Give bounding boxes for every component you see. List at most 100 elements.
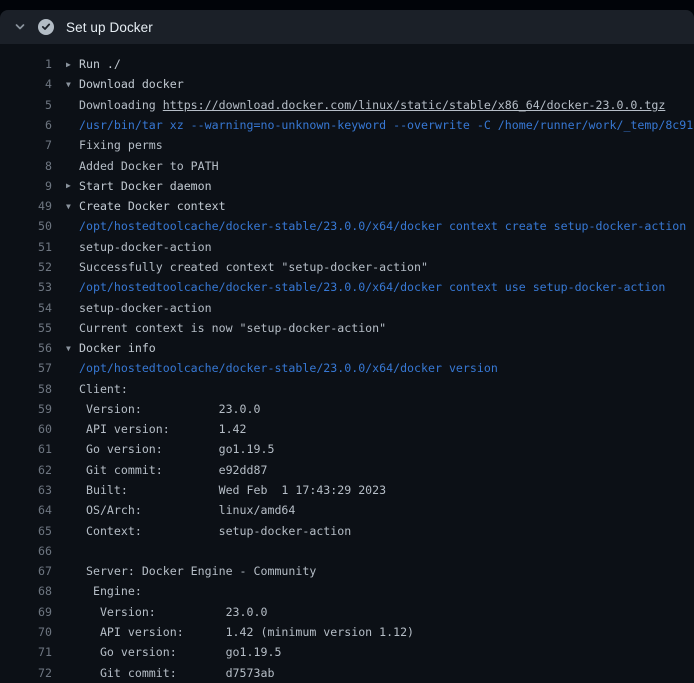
line-number[interactable]: 67	[0, 564, 52, 578]
log-line: 65 Context: setup-docker-action	[0, 520, 694, 540]
line-content: Go version: go1.19.5	[79, 442, 274, 456]
line-number[interactable]: 65	[0, 524, 52, 538]
line-number[interactable]: 55	[0, 321, 52, 335]
line-number[interactable]: 50	[0, 219, 52, 233]
line-number[interactable]: 56	[0, 341, 52, 355]
line-number[interactable]: 72	[0, 666, 52, 680]
line-content: Engine:	[79, 584, 142, 598]
log-line: 71 Go version: go1.19.5	[0, 642, 694, 662]
collapse-group-icon[interactable]: ▼	[66, 344, 79, 353]
line-number[interactable]: 64	[0, 503, 52, 517]
log-line: 66	[0, 541, 694, 561]
line-number[interactable]: 8	[0, 159, 52, 173]
log-line: 55 Current context is now "setup-docker-…	[0, 318, 694, 338]
line-number[interactable]: 53	[0, 280, 52, 294]
expand-group-icon[interactable]: ▶	[66, 60, 79, 69]
log-group-header[interactable]: 49 ▼ Create Docker context	[0, 196, 694, 216]
log-line: 52 Successfully created context "setup-d…	[0, 257, 694, 277]
line-content: /opt/hostedtoolcache/docker-stable/23.0.…	[79, 219, 686, 233]
log-group-header[interactable]: 9 ▶ Start Docker daemon	[0, 176, 694, 196]
line-number[interactable]: 6	[0, 118, 52, 132]
line-content: Start Docker daemon	[79, 179, 212, 193]
line-content: Download docker	[79, 77, 184, 91]
line-content: Go version: go1.19.5	[79, 645, 281, 659]
log-group-header[interactable]: 1 ▶ Run ./	[0, 54, 694, 74]
line-content: setup-docker-action	[79, 301, 212, 315]
line-number[interactable]: 49	[0, 199, 52, 213]
log-line: 51 setup-docker-action	[0, 237, 694, 257]
log-line: 68 Engine:	[0, 581, 694, 601]
log-line: 7 Fixing perms	[0, 135, 694, 155]
line-content: /usr/bin/tar xz --warning=no-unknown-key…	[79, 118, 693, 132]
log-container: 1 ▶ Run ./ 4 ▼ Download docker 5 Downloa…	[0, 44, 694, 683]
log-line: 67 Server: Docker Engine - Community	[0, 561, 694, 581]
line-content: /opt/hostedtoolcache/docker-stable/23.0.…	[79, 361, 498, 375]
line-number[interactable]: 5	[0, 98, 52, 112]
line-number[interactable]: 4	[0, 77, 52, 91]
line-content: Git commit: e92dd87	[79, 463, 267, 477]
log-line: 54 setup-docker-action	[0, 297, 694, 317]
line-number[interactable]: 52	[0, 260, 52, 274]
line-content: Client:	[79, 382, 128, 396]
line-content: Current context is now "setup-docker-act…	[79, 321, 386, 335]
log-text: Downloading	[79, 98, 163, 112]
line-number[interactable]: 54	[0, 301, 52, 315]
line-number[interactable]: 9	[0, 179, 52, 193]
log-line: 69 Version: 23.0.0	[0, 602, 694, 622]
line-number[interactable]: 1	[0, 57, 52, 71]
log-line: 59 Version: 23.0.0	[0, 399, 694, 419]
collapse-group-icon[interactable]: ▼	[66, 80, 79, 89]
chevron-down-icon[interactable]	[14, 21, 26, 33]
log-line: 6 /usr/bin/tar xz --warning=no-unknown-k…	[0, 115, 694, 135]
log-line: 57 /opt/hostedtoolcache/docker-stable/23…	[0, 358, 694, 378]
line-number[interactable]: 60	[0, 422, 52, 436]
line-content: API version: 1.42 (minimum version 1.12)	[79, 625, 414, 639]
line-content: Create Docker context	[79, 199, 226, 213]
collapse-group-icon[interactable]: ▼	[66, 202, 79, 211]
line-content: API version: 1.42	[79, 422, 247, 436]
log-line: 8 Added Docker to PATH	[0, 155, 694, 175]
line-content: Added Docker to PATH	[79, 159, 219, 173]
log-group-header[interactable]: 4 ▼ Download docker	[0, 74, 694, 94]
line-content: Version: 23.0.0	[79, 402, 260, 416]
line-content: Version: 23.0.0	[79, 605, 267, 619]
line-number[interactable]: 69	[0, 605, 52, 619]
line-number[interactable]: 68	[0, 584, 52, 598]
line-number[interactable]: 66	[0, 544, 52, 558]
log-line: 62 Git commit: e92dd87	[0, 460, 694, 480]
step-header[interactable]: Set up Docker	[0, 10, 694, 44]
log-line: 50 /opt/hostedtoolcache/docker-stable/23…	[0, 216, 694, 236]
line-number[interactable]: 71	[0, 645, 52, 659]
line-content: Run ./	[79, 57, 121, 71]
line-content: setup-docker-action	[79, 240, 212, 254]
line-number[interactable]: 61	[0, 442, 52, 456]
line-content: Docker info	[79, 341, 156, 355]
line-content: OS/Arch: linux/amd64	[79, 503, 295, 517]
line-content: Context: setup-docker-action	[79, 524, 351, 538]
line-number[interactable]: 51	[0, 240, 52, 254]
line-number[interactable]: 63	[0, 483, 52, 497]
log-line: 58 Client:	[0, 379, 694, 399]
line-number[interactable]: 58	[0, 382, 52, 396]
log-line: 5 Downloading https://download.docker.co…	[0, 95, 694, 115]
log-group-header[interactable]: 56 ▼ Docker info	[0, 338, 694, 358]
check-circle-icon	[38, 19, 54, 35]
log-url-link[interactable]: https://download.docker.com/linux/static…	[163, 98, 666, 112]
line-content: /opt/hostedtoolcache/docker-stable/23.0.…	[79, 280, 665, 294]
line-content: Server: Docker Engine - Community	[79, 564, 316, 578]
log-line: 61 Go version: go1.19.5	[0, 439, 694, 459]
log-line: 72 Git commit: d7573ab	[0, 662, 694, 682]
log-line: 64 OS/Arch: linux/amd64	[0, 500, 694, 520]
step-title: Set up Docker	[66, 20, 153, 35]
line-number[interactable]: 7	[0, 138, 52, 152]
log-line: 63 Built: Wed Feb 1 17:43:29 2023	[0, 480, 694, 500]
expand-group-icon[interactable]: ▶	[66, 181, 79, 190]
line-number[interactable]: 62	[0, 463, 52, 477]
line-content: Downloading https://download.docker.com/…	[79, 98, 665, 112]
log-line: 53 /opt/hostedtoolcache/docker-stable/23…	[0, 277, 694, 297]
line-number[interactable]: 70	[0, 625, 52, 639]
log-line: 60 API version: 1.42	[0, 419, 694, 439]
line-number[interactable]: 57	[0, 361, 52, 375]
line-content: Successfully created context "setup-dock…	[79, 260, 428, 274]
line-number[interactable]: 59	[0, 402, 52, 416]
